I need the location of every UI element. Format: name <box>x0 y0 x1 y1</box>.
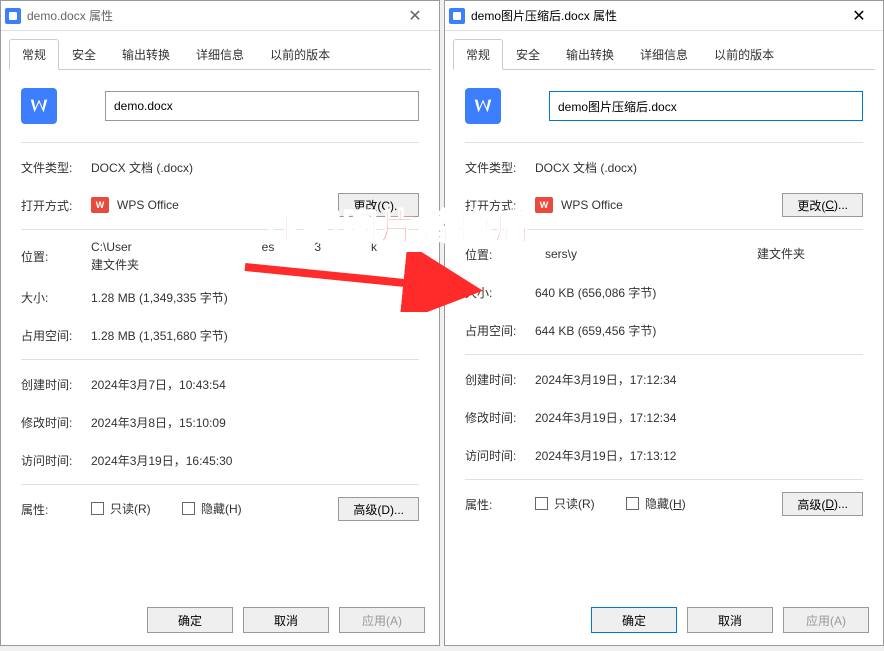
tabs: 常规 安全 输出转换 详细信息 以前的版本 <box>445 31 883 70</box>
properties-dialog-before: demo.docx 属性 ✕ 常规 安全 输出转换 详细信息 以前的版本 文件类… <box>0 0 440 646</box>
tab-previous[interactable]: 以前的版本 <box>701 39 787 70</box>
close-button[interactable]: ✕ <box>395 2 435 30</box>
tab-previous[interactable]: 以前的版本 <box>257 39 343 70</box>
hidden-checkbox[interactable]: 隐藏(H) <box>626 495 686 512</box>
readonly-checkbox[interactable]: 只读(R) <box>535 495 595 512</box>
properties-dialog-after: demo图片压缩后.docx 属性 ✕ 常规 安全 输出转换 详细信息 以前的版… <box>444 0 884 646</box>
divider <box>465 142 863 143</box>
tab-security[interactable]: 安全 <box>503 39 553 70</box>
filename-input[interactable] <box>549 91 863 121</box>
attributes-label: 属性: <box>465 496 535 513</box>
footer: 确定 取消 应用(A) <box>445 595 883 645</box>
app-icon <box>5 8 21 24</box>
wps-icon: W <box>91 197 109 213</box>
close-button[interactable]: ✕ <box>839 2 879 30</box>
modified-value: 2024年3月8日，15:10:09 <box>91 414 419 431</box>
window-title: demo.docx 属性 <box>27 7 395 24</box>
filename-input[interactable] <box>105 91 419 121</box>
disk-size-value: 644 KB (659,456 字节) <box>535 322 863 339</box>
apply-button[interactable]: 应用(A) <box>783 607 869 633</box>
accessed-value: 2024年3月19日，17:13:12 <box>535 447 863 464</box>
disk-size-label: 占用空间: <box>465 322 535 339</box>
size-value: 640 KB (656,086 字节) <box>535 284 863 301</box>
divider <box>21 484 419 485</box>
tab-security[interactable]: 安全 <box>59 39 109 70</box>
wps-icon: W <box>535 197 553 213</box>
modified-value: 2024年3月19日，17:12:34 <box>535 409 863 426</box>
document-icon <box>21 88 57 124</box>
file-type-label: 文件类型: <box>465 159 535 176</box>
tab-general[interactable]: 常规 <box>453 39 503 70</box>
annotation-arrow-icon <box>240 252 500 312</box>
advanced-button[interactable]: 高级(D)... <box>338 497 419 521</box>
ok-button[interactable]: 确定 <box>147 607 233 633</box>
change-button[interactable]: 更改(C)... <box>782 193 863 217</box>
modified-label: 修改时间: <box>21 414 91 431</box>
apply-button[interactable]: 应用(A) <box>339 607 425 633</box>
app-icon <box>449 8 465 24</box>
window-title: demo图片压缩后.docx 属性 <box>471 7 839 24</box>
created-value: 2024年3月19日，17:12:34 <box>535 371 863 388</box>
tab-general[interactable]: 常规 <box>9 39 59 70</box>
file-type-label: 文件类型: <box>21 159 91 176</box>
titlebar: demo.docx 属性 ✕ <box>1 1 439 31</box>
attributes-label: 属性: <box>21 501 91 518</box>
tabs: 常规 安全 输出转换 详细信息 以前的版本 <box>1 31 439 70</box>
content: 文件类型: DOCX 文档 (.docx) 打开方式: W WPS Office… <box>1 70 439 595</box>
disk-size-label: 占用空间: <box>21 327 91 344</box>
readonly-checkbox[interactable]: 只读(R) <box>91 500 151 517</box>
cancel-button[interactable]: 取消 <box>243 607 329 633</box>
tab-output[interactable]: 输出转换 <box>109 39 183 70</box>
divider <box>465 354 863 355</box>
divider <box>465 479 863 480</box>
created-label: 创建时间: <box>465 371 535 388</box>
created-value: 2024年3月7日，10:43:54 <box>91 376 419 393</box>
modified-label: 修改时间: <box>465 409 535 426</box>
open-with-value: WPS Office <box>117 198 179 212</box>
document-icon <box>465 88 501 124</box>
tab-output[interactable]: 输出转换 <box>553 39 627 70</box>
titlebar: demo图片压缩后.docx 属性 ✕ <box>445 1 883 31</box>
accessed-label: 访问时间: <box>21 452 91 469</box>
location-label: 位置: <box>21 248 91 265</box>
created-label: 创建时间: <box>21 376 91 393</box>
hidden-checkbox[interactable]: 隐藏(H) <box>182 500 242 517</box>
divider <box>21 142 419 143</box>
tab-details[interactable]: 详细信息 <box>627 39 701 70</box>
accessed-value: 2024年3月19日，16:45:30 <box>91 452 419 469</box>
file-type-value: DOCX 文档 (.docx) <box>91 159 419 176</box>
footer: 确定 取消 应用(A) <box>1 595 439 645</box>
annotation-text: 压缩图片替换后 <box>266 198 532 250</box>
file-type-value: DOCX 文档 (.docx) <box>535 159 863 176</box>
accessed-label: 访问时间: <box>465 447 535 464</box>
ok-button[interactable]: 确定 <box>591 607 677 633</box>
location-value: sers\y建文件夹 <box>535 245 863 263</box>
open-with-value: WPS Office <box>561 198 623 212</box>
size-label: 大小: <box>21 289 91 306</box>
advanced-button[interactable]: 高级(D)... <box>782 492 863 516</box>
cancel-button[interactable]: 取消 <box>687 607 773 633</box>
content: 文件类型: DOCX 文档 (.docx) 打开方式: W WPS Office… <box>445 70 883 595</box>
disk-size-value: 1.28 MB (1,351,680 字节) <box>91 327 419 344</box>
tab-details[interactable]: 详细信息 <box>183 39 257 70</box>
open-with-label: 打开方式: <box>21 197 91 214</box>
divider <box>21 359 419 360</box>
